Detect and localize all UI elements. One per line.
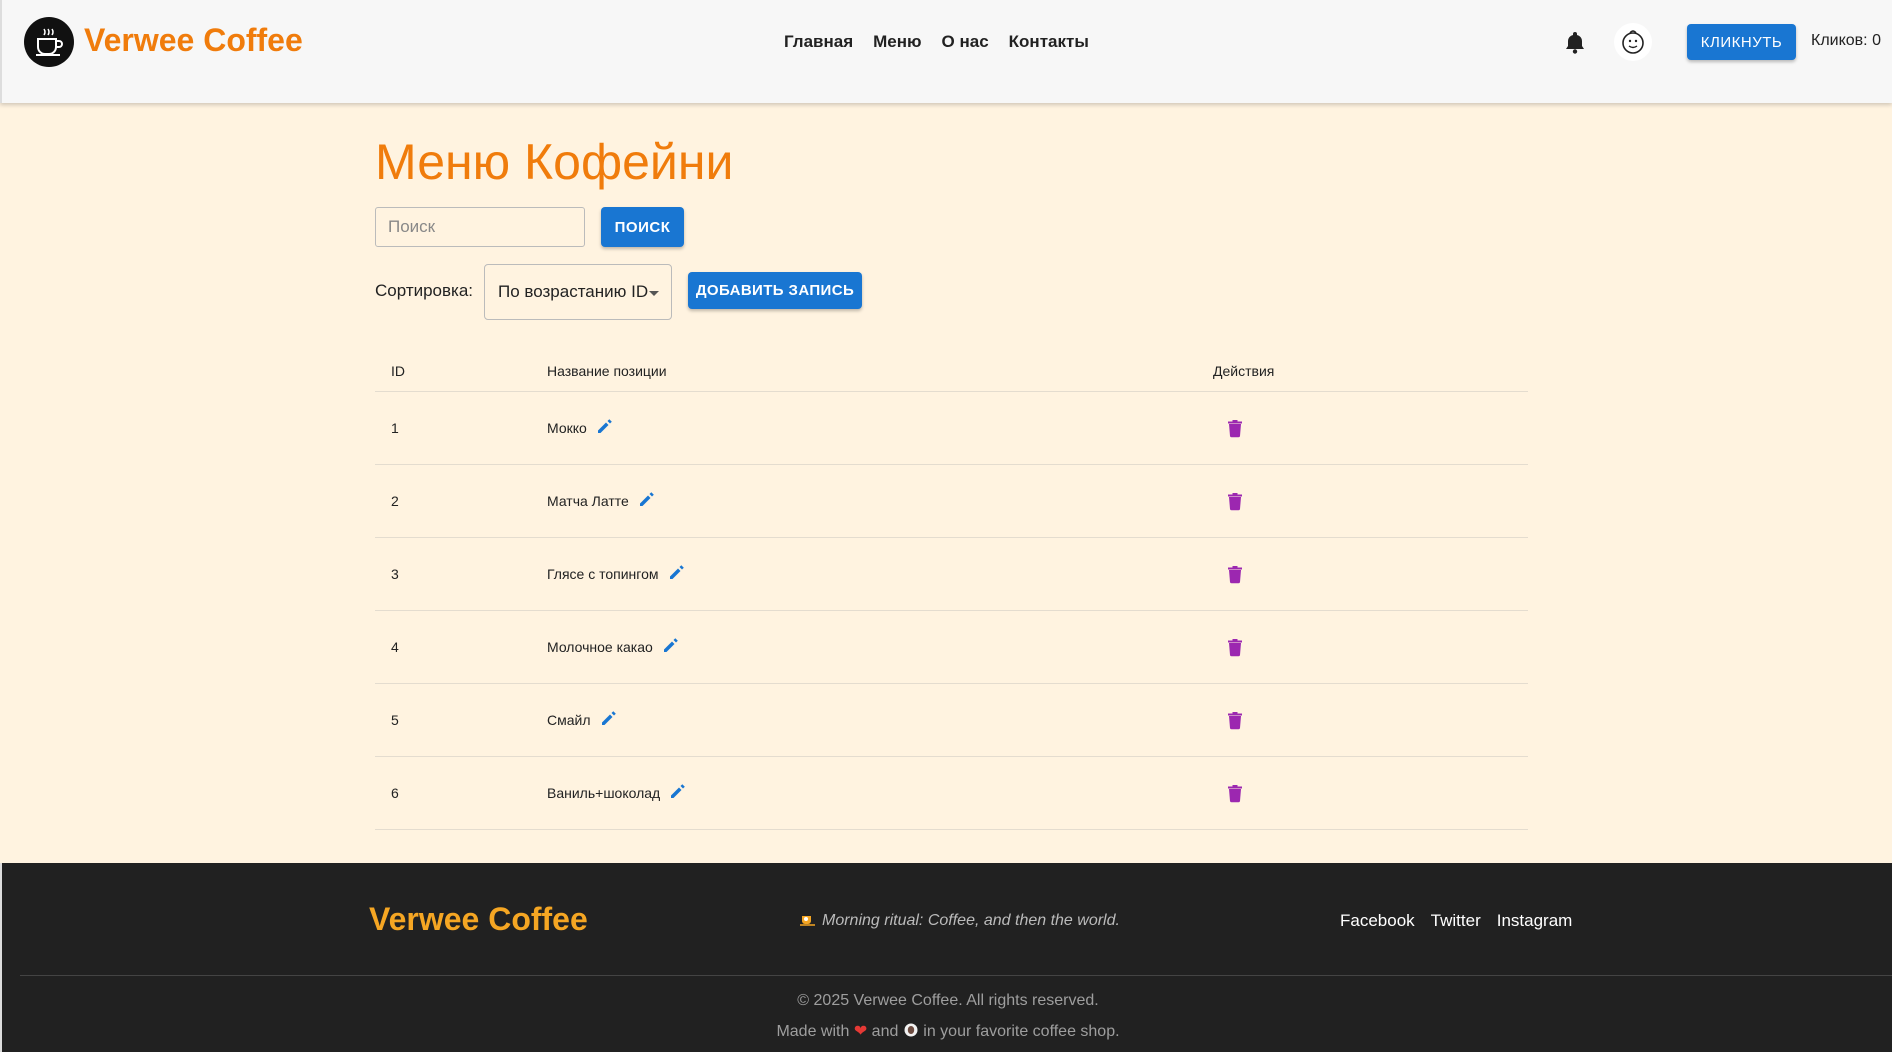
made-with-prefix: Made with: [776, 1023, 850, 1040]
heart-icon: ❤: [853, 1023, 868, 1040]
search-input[interactable]: [375, 207, 585, 247]
row-id: 2: [391, 493, 399, 509]
row-id: 3: [391, 566, 399, 582]
table-row: 4 Молочное какао: [375, 611, 1528, 684]
delete-trash-icon[interactable]: [1226, 491, 1244, 516]
mascot-avatar-icon[interactable]: [1614, 23, 1652, 61]
coffee-cup-logo-icon[interactable]: [24, 17, 74, 67]
made-with-and: and: [871, 1023, 899, 1040]
column-header-actions: Действия: [1213, 363, 1275, 379]
sort-selected-value: По возрастанию ID: [498, 282, 649, 301]
column-header-name[interactable]: Название позиции: [547, 363, 667, 379]
delete-trash-icon[interactable]: [1226, 783, 1244, 808]
footer-brand: Verwee Coffee: [369, 901, 588, 937]
footer-social-links: Facebook Twitter Instagram: [1340, 911, 1572, 931]
delete-trash-icon[interactable]: [1226, 637, 1244, 662]
row-id: 5: [391, 712, 399, 728]
edit-pencil-icon[interactable]: [599, 708, 619, 731]
nav-link-menu[interactable]: Меню: [873, 32, 921, 52]
row-name-cell: Матча Латте: [547, 492, 657, 512]
row-name-cell: Глясе с топингом: [547, 565, 687, 585]
twitter-link[interactable]: Twitter: [1431, 911, 1481, 931]
row-name-cell: Молочное какао: [547, 638, 681, 658]
row-name-cell: Мокко: [547, 419, 615, 439]
row-name: Матча Латте: [547, 493, 629, 510]
table-row: 6 Ваниль+шоколад: [375, 757, 1528, 830]
row-name: Мокко: [547, 420, 587, 437]
nav-link-contacts[interactable]: Контакты: [1009, 32, 1089, 52]
delete-trash-icon[interactable]: [1226, 564, 1244, 589]
click-counter: Кликов: 0: [1811, 32, 1881, 49]
table-header-row: ID Название позиции Действия: [375, 346, 1528, 392]
edit-pencil-icon[interactable]: [595, 416, 615, 439]
instagram-link[interactable]: Instagram: [1497, 911, 1573, 931]
row-name: Молочное какао: [547, 639, 653, 656]
page-title: Меню Кофейни: [375, 134, 734, 190]
chevron-down-icon: [649, 291, 659, 296]
row-name-cell: Смайл: [547, 711, 619, 731]
nav-link-home[interactable]: Главная: [784, 32, 853, 52]
edit-pencil-icon[interactable]: [667, 562, 687, 585]
row-id: 4: [391, 639, 399, 655]
row-name-cell: Ваниль+шоколад: [547, 784, 688, 804]
coffee-bean-icon: [904, 1023, 918, 1037]
bell-icon[interactable]: [1564, 30, 1586, 54]
add-record-button[interactable]: ДОБАВИТЬ ЗАПИСЬ: [688, 272, 862, 309]
footer-tagline-text: Morning ritual: Coffee, and then the wor…: [822, 912, 1120, 929]
search-button[interactable]: ПОИСК: [601, 207, 684, 247]
footer-tagline: Morning ritual: Coffee, and then the wor…: [799, 912, 1120, 930]
edit-pencil-icon[interactable]: [661, 635, 681, 658]
app-header: Verwee Coffee Главная Меню О нас Контакт…: [0, 0, 1892, 103]
menu-table: ID Название позиции Действия 1 Мокко 2 Матч…: [375, 346, 1528, 830]
row-id: 1: [391, 420, 399, 436]
table-row: 2 Матча Латте: [375, 465, 1528, 538]
app-footer: Verwee Coffee Morning ritual: Coffee, an…: [0, 863, 1892, 1052]
main-nav: Главная Меню О нас Контакты: [784, 32, 1089, 52]
brand-name[interactable]: Verwee Coffee: [84, 22, 303, 59]
row-id: 6: [391, 785, 399, 801]
click-button[interactable]: Кликнуть: [1687, 24, 1796, 60]
coffee-cup-icon: [800, 916, 815, 926]
facebook-link[interactable]: Facebook: [1340, 911, 1415, 931]
sort-select[interactable]: По возрастанию ID: [484, 264, 672, 320]
row-name: Ваниль+шоколад: [547, 785, 661, 802]
made-with-suffix: in your favorite coffee shop.: [923, 1023, 1120, 1040]
footer-divider: [20, 975, 1892, 976]
table-row: 1 Мокко: [375, 392, 1528, 465]
edit-pencil-icon[interactable]: [637, 489, 657, 512]
column-header-id[interactable]: ID: [391, 363, 405, 379]
nav-link-about[interactable]: О нас: [942, 32, 989, 52]
delete-trash-icon[interactable]: [1226, 418, 1244, 443]
edit-pencil-icon[interactable]: [668, 781, 688, 804]
sort-label: Сортировка:: [375, 281, 474, 300]
footer-made-with: Made with ❤ and in your favorite coffee …: [2, 1021, 1892, 1041]
delete-trash-icon[interactable]: [1226, 710, 1244, 735]
footer-copyright: © 2025 Verwee Coffee. All rights reserve…: [797, 992, 1099, 1009]
table-row: 3 Глясе с топингом: [375, 538, 1528, 611]
table-row: 5 Смайл: [375, 684, 1528, 757]
row-name: Глясе с топингом: [547, 566, 659, 583]
row-name: Смайл: [547, 712, 591, 729]
